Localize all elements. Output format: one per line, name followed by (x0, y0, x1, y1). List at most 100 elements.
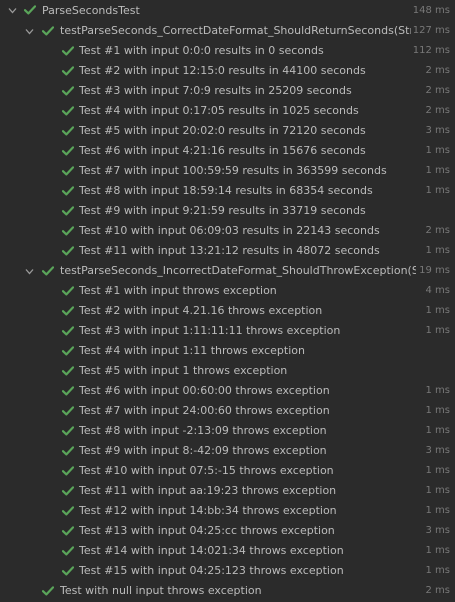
chevron-down-icon[interactable] (7, 0, 17, 20)
test-node-label: Test with null input throws exception (60, 584, 262, 597)
check-icon (62, 341, 74, 361)
check-icon (62, 481, 74, 501)
check-icon (62, 321, 74, 341)
check-icon (62, 281, 74, 301)
test-duration: 1 ms (423, 241, 450, 261)
check-icon (62, 61, 74, 81)
test-node[interactable]: Test #5 with input 20:02:0 results in 72… (0, 121, 455, 141)
test-node[interactable]: Test #10 with input 07:5:-15 throws exce… (0, 461, 455, 481)
check-icon (62, 141, 74, 161)
check-icon (62, 81, 74, 101)
check-icon (42, 261, 54, 281)
check-icon (62, 41, 74, 61)
check-icon (62, 161, 74, 181)
check-icon (62, 221, 74, 241)
test-node-label: Test #9 with input 9:21:59 results in 33… (79, 204, 366, 217)
test-node-label: testParseSeconds_IncorrectDateFormat_Sho… (60, 264, 416, 277)
test-node[interactable]: Test #9 with input 8:-42:09 throws excep… (0, 441, 455, 461)
test-node[interactable]: Test #6 with input 00:60:00 throws excep… (0, 381, 455, 401)
test-node[interactable]: Test #15 with input 04:25:123 throws exc… (0, 561, 455, 581)
check-icon (62, 241, 74, 261)
check-icon (62, 521, 74, 541)
test-node-root[interactable]: ParseSecondsTest 148 ms (0, 0, 455, 21)
check-icon (62, 101, 74, 121)
test-duration: 2 ms (423, 581, 450, 601)
test-node[interactable]: Test #8 with input 18:59:14 results in 6… (0, 181, 455, 201)
test-node[interactable]: Test #2 with input 12:15:0 results in 44… (0, 61, 455, 81)
test-node[interactable]: Test #11 with input aa:19:23 throws exce… (0, 481, 455, 501)
test-node-label: Test #11 with input 13:21:12 results in … (79, 244, 380, 257)
test-node-label: Test #6 with input 00:60:00 throws excep… (79, 384, 330, 397)
check-icon (62, 181, 74, 201)
test-duration: 112 ms (410, 41, 450, 61)
check-icon (24, 0, 36, 20)
check-icon (62, 541, 74, 561)
test-node-label: testParseSeconds_CorrectDateFormat_Shoul… (60, 24, 416, 37)
test-node[interactable]: Test #4 with input 1:11 throws exception (0, 341, 455, 361)
test-duration: 1 ms (423, 381, 450, 401)
check-icon (62, 461, 74, 481)
chevron-down-icon[interactable] (24, 261, 34, 281)
test-node-label: Test #5 with input 20:02:0 results in 72… (79, 124, 366, 137)
test-node-label: ParseSecondsTest (42, 4, 140, 17)
test-node-label: Test #4 with input 0:17:05 results in 10… (79, 104, 359, 117)
test-node-label: Test #6 with input 4:21:16 results in 15… (79, 144, 366, 157)
test-node[interactable]: Test #11 with input 13:21:12 results in … (0, 241, 455, 261)
test-duration: 1 ms (423, 401, 450, 421)
test-node-label: Test #5 with input 1 throws exception (79, 364, 288, 377)
test-node[interactable]: Test #5 with input 1 throws exception (0, 361, 455, 381)
test-node-label: Test #10 with input 07:5:-15 throws exce… (79, 464, 334, 477)
test-node-label: Test #10 with input 06:09:03 results in … (79, 224, 380, 237)
test-duration: 3 ms (423, 441, 450, 461)
test-node[interactable]: Test #3 with input 1:11:11:11 throws exc… (0, 321, 455, 341)
test-node-label: Test #14 with input 14:021:34 throws exc… (79, 544, 344, 557)
test-node[interactable]: Test #14 with input 14:021:34 throws exc… (0, 541, 455, 561)
test-node[interactable]: Test #7 with input 24:00:60 throws excep… (0, 401, 455, 421)
chevron-down-icon[interactable] (24, 21, 34, 41)
check-icon (62, 121, 74, 141)
test-node[interactable]: Test #4 with input 0:17:05 results in 10… (0, 101, 455, 121)
test-node-label: Test #11 with input aa:19:23 throws exce… (79, 484, 337, 497)
test-node-label: Test #2 with input 4.21.16 throws except… (79, 304, 323, 317)
test-node-label: Test #1 with input 0:0:0 results in 0 se… (79, 44, 324, 57)
test-node[interactable]: Test #7 with input 100:59:59 results in … (0, 161, 455, 181)
test-node-label: Test #8 with input -2:13:09 throws excep… (79, 424, 327, 437)
test-node-label: Test #1 with input throws exception (79, 284, 277, 297)
test-node[interactable]: Test #9 with input 9:21:59 results in 33… (0, 201, 455, 221)
test-node-label: Test #13 with input 04:25:cc throws exce… (79, 524, 335, 537)
test-node-label: Test #3 with input 7:0:9 results in 2520… (79, 84, 352, 97)
test-node[interactable]: Test #2 with input 4.21.16 throws except… (0, 301, 455, 321)
test-duration: 127 ms (410, 21, 450, 41)
test-node[interactable]: Test #6 with input 4:21:16 results in 15… (0, 141, 455, 161)
test-node[interactable]: Test #10 with input 06:09:03 results in … (0, 221, 455, 241)
test-node[interactable]: Test with null input throws exception 2 m… (0, 581, 455, 601)
test-duration: 2 ms (423, 221, 450, 241)
test-node[interactable]: Test #1 with input throws exception 4 ms (0, 281, 455, 301)
test-duration: 3 ms (423, 521, 450, 541)
test-node[interactable]: Test #8 with input -2:13:09 throws excep… (0, 421, 455, 441)
check-icon (62, 401, 74, 421)
check-icon (42, 21, 54, 41)
test-node-label: Test #9 with input 8:-42:09 throws excep… (79, 444, 327, 457)
test-node[interactable]: Test #12 with input 14:bb:34 throws exce… (0, 501, 455, 521)
check-icon (62, 501, 74, 521)
test-duration: 1 ms (423, 541, 450, 561)
check-icon (62, 561, 74, 581)
test-duration: 3 ms (423, 121, 450, 141)
test-duration: 1 ms (423, 161, 450, 181)
test-duration: 1 ms (423, 321, 450, 341)
test-duration: 1 ms (423, 181, 450, 201)
test-duration: 1 ms (423, 481, 450, 501)
test-node[interactable]: Test #3 with input 7:0:9 results in 2520… (0, 81, 455, 101)
test-node-label: Test #3 with input 1:11:11:11 throws exc… (79, 324, 341, 337)
test-duration: 2 ms (423, 101, 450, 121)
test-duration: 19 ms (417, 261, 450, 281)
test-node-group[interactable]: testParseSeconds_CorrectDateFormat_Shoul… (0, 21, 455, 41)
test-duration: 148 ms (410, 0, 450, 21)
test-node-group[interactable]: testParseSeconds_IncorrectDateFormat_Sho… (0, 261, 455, 281)
test-duration: 2 ms (423, 61, 450, 81)
test-node[interactable]: Test #13 with input 04:25:cc throws exce… (0, 521, 455, 541)
test-node[interactable]: Test #1 with input 0:0:0 results in 0 se… (0, 41, 455, 61)
test-duration: 1 ms (423, 301, 450, 321)
test-results-tree: ParseSecondsTest 148 ms testParseSeconds… (0, 0, 455, 602)
